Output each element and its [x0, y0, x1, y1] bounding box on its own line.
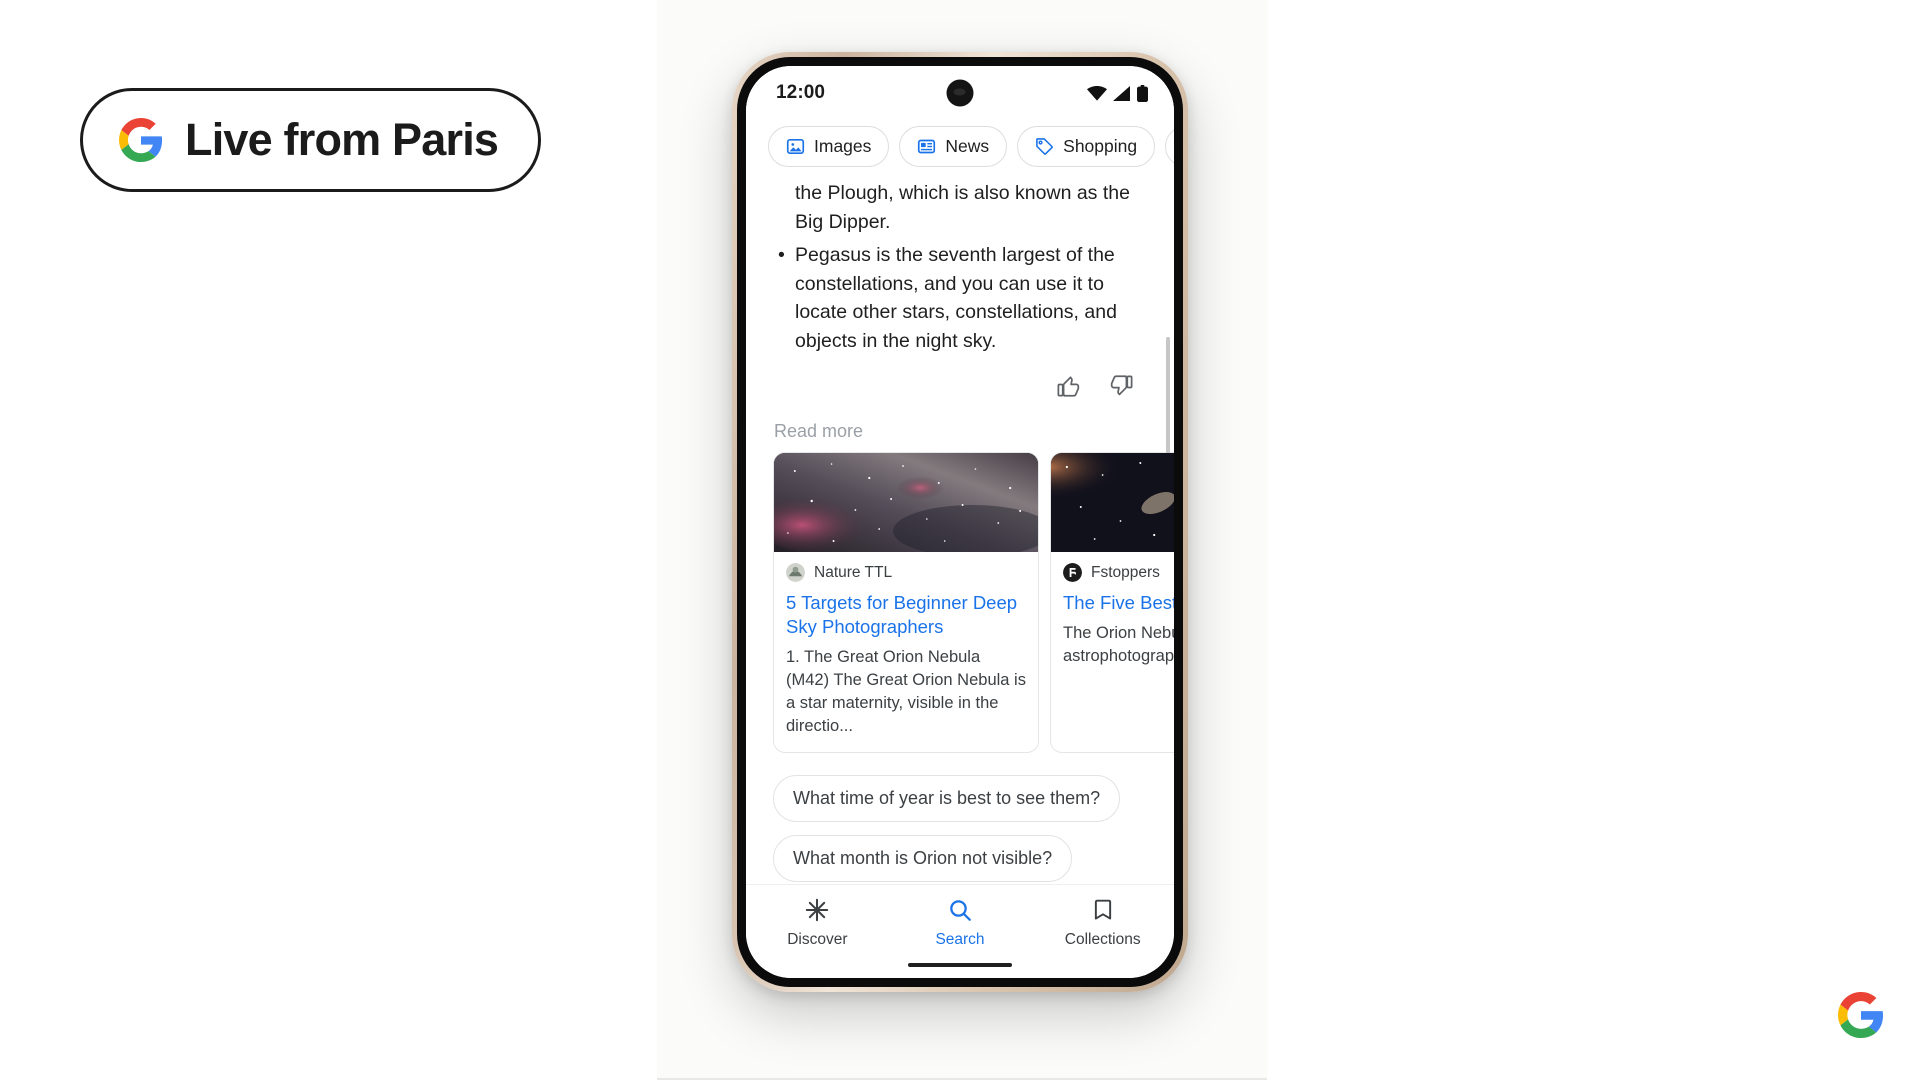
live-from-paris-badge: Live from Paris: [80, 88, 542, 192]
ai-answer-block: the Plough, which is also known as the B…: [746, 177, 1174, 355]
price-tag-icon: [1036, 138, 1054, 155]
status-bar: 12:00: [746, 66, 1174, 120]
status-bar-time: 12:00: [776, 82, 826, 103]
bottom-navigation-bar[interactable]: Discover Search Collections: [746, 884, 1174, 978]
nav-label-search: Search: [935, 931, 985, 948]
read-more-link[interactable]: Read more: [746, 399, 1174, 442]
filter-chip-shopping-label: Shopping: [1063, 136, 1138, 156]
nav-item-search[interactable]: Search: [889, 897, 1032, 949]
related-question-chip[interactable]: What time of year is best to see them?: [773, 775, 1121, 822]
article-snippet: 1. The Great Orion Nebula (M42) The Grea…: [786, 648, 1026, 735]
filter-chip-images[interactable]: Images: [768, 126, 890, 167]
article-snippet: The Orion Nebu easiest target f astropho…: [1063, 624, 1174, 665]
search-filter-chip-row[interactable]: Images News Shopping: [746, 120, 1174, 177]
nav-label-collections: Collections: [1064, 931, 1141, 948]
live-badge-label: Live from Paris: [185, 114, 499, 165]
thumbs-down-icon[interactable]: [1108, 373, 1134, 399]
google-logo-watermark: [1838, 992, 1884, 1038]
thumbs-up-icon[interactable]: [1056, 373, 1082, 399]
related-question-chip[interactable]: What month is Orion not visible?: [773, 835, 1073, 882]
answer-bullet-list: Pegasus is the seventh largest of the co…: [774, 241, 1140, 355]
home-gesture-indicator: [908, 962, 1012, 967]
nav-item-collections[interactable]: Collections: [1031, 897, 1174, 949]
article-thumbnail-fstoppers: [1051, 453, 1174, 552]
article-title[interactable]: 5 Targets for Beginner Deep Sky Photogra…: [786, 591, 1026, 639]
filter-chip-shopping[interactable]: Shopping: [1017, 126, 1156, 167]
nature-ttl-favicon: [786, 563, 805, 582]
article-card[interactable]: Nature TTL 5 Targets for Beginner Deep S…: [773, 452, 1039, 753]
related-questions-list[interactable]: What time of year is best to see them? W…: [746, 753, 1174, 884]
news-icon: [918, 139, 936, 154]
phone-screen: 12:00 Images News Shopping the Plough, w…: [746, 66, 1174, 978]
presentation-slide: Live from Paris 12:00 Images News Shoppi…: [0, 0, 1920, 1080]
nav-label-discover: Discover: [787, 931, 848, 948]
article-source-row: Nature TTL: [786, 563, 1026, 582]
article-source-name: Fstoppers: [1091, 563, 1160, 581]
article-thumbnail-nature-ttl: [774, 453, 1038, 552]
phone-bezel: 12:00 Images News Shopping the Plough, w…: [737, 57, 1183, 987]
filter-chip-images-label: Images: [814, 136, 872, 156]
search-results-content[interactable]: the Plough, which is also known as the B…: [746, 177, 1174, 884]
image-icon: [786, 139, 805, 154]
article-card[interactable]: Fstoppers The Five Best Targets for ... …: [1050, 452, 1174, 753]
search-magnifier-icon: [950, 900, 971, 921]
filter-chip-news[interactable]: News: [899, 126, 1008, 167]
discover-sparkle-icon: [806, 898, 829, 922]
article-cards-carousel[interactable]: Nature TTL 5 Targets for Beginner Deep S…: [746, 442, 1174, 753]
article-source-row: Fstoppers: [1063, 563, 1174, 582]
article-card-body: Nature TTL 5 Targets for Beginner Deep S…: [774, 552, 1038, 752]
article-source-name: Nature TTL: [814, 563, 893, 581]
filter-chip-video[interactable]: Video: [1165, 126, 1174, 167]
bookmark-collections-icon: [1094, 899, 1111, 920]
answer-feedback-row[interactable]: [746, 355, 1174, 399]
article-card-body: Fstoppers The Five Best Targets for ... …: [1051, 552, 1174, 682]
article-title[interactable]: The Five Best Targets for ...: [1063, 591, 1174, 615]
answer-continuation-text: the Plough, which is also known as the B…: [795, 182, 1130, 233]
answer-bullet-item: Pegasus is the seventh largest of the co…: [774, 241, 1140, 355]
cellular-signal-icon: [1113, 85, 1130, 101]
pixel-phone-mockup: 12:00 Images News Shopping the Plough, w…: [732, 52, 1188, 992]
filter-chip-news-label: News: [945, 136, 990, 156]
fstoppers-favicon: [1063, 563, 1082, 582]
deep-space-galaxy-photo: [1051, 453, 1174, 552]
google-g-logo: [119, 118, 163, 162]
nav-item-discover[interactable]: Discover: [746, 897, 889, 949]
milky-way-nebula-photo: [774, 453, 1038, 552]
wifi-icon: [1087, 85, 1107, 101]
front-camera-punch-hole: [946, 79, 974, 107]
battery-icon: [1137, 84, 1148, 102]
status-bar-icons: [1087, 84, 1148, 102]
